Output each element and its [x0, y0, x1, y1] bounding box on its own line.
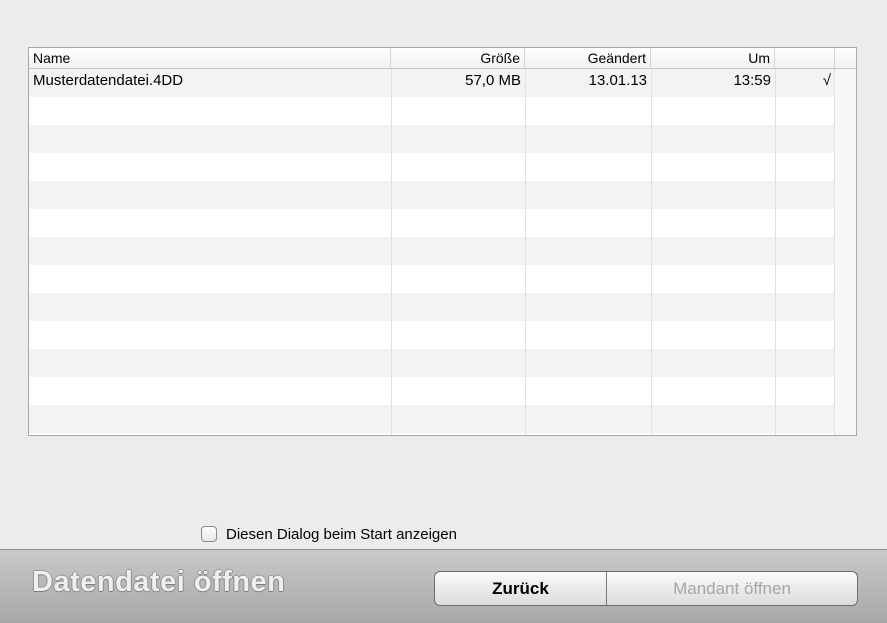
table-row-empty: [29, 433, 835, 435]
column-header-size[interactable]: Größe: [391, 48, 525, 68]
column-divider: [651, 69, 652, 435]
open-client-button[interactable]: Mandant öffnen: [607, 572, 857, 605]
table-row-empty: [29, 405, 835, 433]
column-divider: [775, 69, 776, 435]
data-file-table[interactable]: Name Größe Geändert Um Musterdatendatei.…: [28, 47, 857, 436]
table-body: Musterdatendatei.4DD 57,0 MB 13.01.13 13…: [29, 69, 835, 435]
table-row-empty: [29, 181, 835, 209]
vertical-scrollbar[interactable]: [834, 69, 856, 435]
cell-modified: 13.01.13: [588, 72, 647, 89]
cell-name: Musterdatendatei.4DD: [33, 72, 184, 89]
dialog-title: Datendatei öffnen: [32, 566, 286, 598]
table-row-empty: [29, 377, 835, 405]
dialog-footer: Datendatei öffnen Zurück Mandant öffnen: [0, 549, 887, 623]
dialog-content: Name Größe Geändert Um Musterdatendatei.…: [0, 0, 887, 548]
table-row-empty: [29, 153, 835, 181]
show-dialog-on-start-checkbox[interactable]: [201, 526, 217, 542]
table-row-empty: [29, 293, 835, 321]
table-row-empty: [29, 209, 835, 237]
table-row-empty: [29, 125, 835, 153]
table-row-empty: [29, 97, 835, 125]
cell-flag: √: [822, 72, 831, 89]
cell-time: 13:59: [733, 72, 771, 89]
table-row[interactable]: Musterdatendatei.4DD 57,0 MB 13.01.13 13…: [29, 69, 835, 97]
column-divider: [391, 69, 392, 435]
cell-size: 57,0 MB: [465, 72, 521, 89]
show-dialog-on-start-label[interactable]: Diesen Dialog beim Start anzeigen: [226, 526, 457, 543]
table-row-empty: [29, 321, 835, 349]
back-button[interactable]: Zurück: [435, 572, 607, 605]
column-header-modified[interactable]: Geändert: [525, 48, 651, 68]
column-header-name[interactable]: Name: [29, 48, 391, 68]
column-header-flag[interactable]: [775, 48, 835, 68]
table-row-empty: [29, 265, 835, 293]
column-divider: [525, 69, 526, 435]
show-dialog-on-start-option[interactable]: Diesen Dialog beim Start anzeigen: [201, 525, 457, 543]
table-row-empty: [29, 349, 835, 377]
table-header: Name Größe Geändert Um: [29, 48, 856, 69]
navigation-segmented-control: Zurück Mandant öffnen: [434, 571, 858, 606]
column-header-time[interactable]: Um: [651, 48, 775, 68]
table-row-empty: [29, 237, 835, 265]
